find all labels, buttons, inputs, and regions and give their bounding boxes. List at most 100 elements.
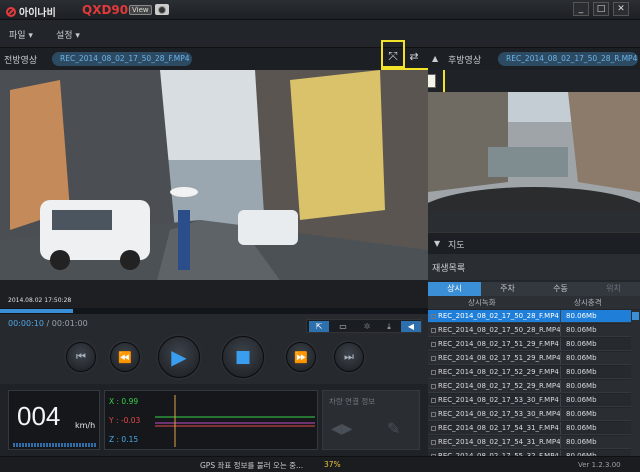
row-checkbox[interactable] <box>431 384 436 389</box>
playlist-row[interactable]: REC_2014_08_02_17_52_29_F.MP4 80.06Mb <box>428 366 631 379</box>
speed-unit: km/h <box>75 421 96 430</box>
row-divider <box>560 380 561 392</box>
speed-value: 004 <box>17 401 61 431</box>
logo-text: 아이나비 <box>19 8 56 19</box>
minimize-button[interactable]: _ <box>573 2 589 16</box>
row-divider <box>560 436 561 448</box>
menu-bar: 파일 ▾ 설정 ▾ <box>0 20 640 48</box>
row-file-size: 80.06Mb <box>566 326 597 334</box>
fullscreen-icon[interactable]: ⤧ <box>385 48 401 64</box>
front-video[interactable]: 2014.08.02 17:50:28 <box>0 70 428 308</box>
row-file-size: 80.06Mb <box>566 410 597 418</box>
export-icon[interactable]: ⇱ <box>309 321 329 332</box>
row-divider <box>560 338 561 350</box>
row-divider <box>560 366 561 378</box>
playlist-row[interactable]: REC_2014_08_02_17_52_29_R.MP4 80.06Mb <box>428 380 631 393</box>
app-logo: 아이나비 <box>6 4 56 19</box>
playlist-scrollbar[interactable] <box>631 310 640 462</box>
row-file-name: REC_2014_08_02_17_50_28_F.MP4 <box>438 312 559 320</box>
gps-status: GPS 좌표 정보를 불러 오는 중... <box>200 461 304 470</box>
row-file-size: 80.06Mb <box>566 438 597 446</box>
stop-button[interactable]: ■ <box>222 336 264 378</box>
row-checkbox[interactable] <box>431 342 436 347</box>
row-file-size: 80.06Mb <box>566 340 597 348</box>
row-file-name: REC_2014_08_02_17_54_31_R.MP4 <box>438 438 561 446</box>
playlist-row[interactable]: REC_2014_08_02_17_53_30_F.MP4 80.06Mb <box>428 394 631 407</box>
rear-video-scene <box>428 92 640 212</box>
close-button[interactable]: ✕ <box>613 2 629 16</box>
front-file-name: REC_2014_08_02_17_50_28_F.MP4 <box>52 52 192 66</box>
playlist-row[interactable]: REC_2014_08_02_17_51_29_R.MP4 80.06Mb <box>428 352 631 365</box>
map-header[interactable]: ▼ 지도 <box>428 232 640 254</box>
playlist-row[interactable]: REC_2014_08_02_17_54_31_F.MP4 80.06Mb <box>428 422 631 435</box>
tab-location[interactable]: 위치 <box>587 282 640 296</box>
tool-buttons: ⇱ ▭ ✲ ⤓ ◀ <box>306 319 422 333</box>
fast-forward-button[interactable]: ⏩ <box>286 342 316 372</box>
playlist-row[interactable]: REC_2014_08_02_17_51_29_F.MP4 80.06Mb <box>428 338 631 351</box>
playlist-row[interactable]: REC_2014_08_02_17_53_30_R.MP4 80.06Mb <box>428 408 631 421</box>
rear-video-header: ▲ 후방영상 REC_2014_08_02_17_50_28_R.MP4 <box>428 48 640 70</box>
rear-video[interactable] <box>428 92 640 212</box>
rewind-button[interactable]: ⏪ <box>110 342 140 372</box>
menu-settings[interactable]: 설정 ▾ <box>56 28 80 41</box>
collapse-arrow-icon[interactable]: ▲ <box>432 54 438 63</box>
expand-arrow-icon[interactable]: ▼ <box>434 239 440 248</box>
scroll-up-button[interactable] <box>632 312 639 320</box>
row-file-size: 80.06Mb <box>566 354 597 362</box>
row-divider <box>560 408 561 420</box>
row-file-size: 80.06Mb <box>566 396 597 404</box>
vehicle-info-panel: 차량 연결 정보 ◀▶ ✎ <box>322 390 420 450</box>
speed-bar <box>13 443 97 447</box>
row-divider <box>560 352 561 364</box>
window-icon[interactable]: ▭ <box>333 321 353 332</box>
row-file-name: REC_2014_08_02_17_51_29_F.MP4 <box>438 340 559 348</box>
row-checkbox[interactable] <box>431 398 436 403</box>
tab-always[interactable]: 상시 <box>428 282 481 296</box>
time-total: 00:01:00 <box>51 319 88 328</box>
front-video-label: 전방영상 <box>4 56 38 66</box>
swap-icon[interactable]: ⇄ <box>407 50 421 64</box>
row-checkbox[interactable] <box>431 328 436 333</box>
gsensor-x: X : 0.99 <box>109 397 139 406</box>
row-checkbox[interactable] <box>431 370 436 375</box>
control-area: 00:00:10 / 00:01:00 ⇱ ▭ ✲ ⤓ ◀ ⏮ ⏪ ▶ ■ ⏩ … <box>0 314 428 384</box>
row-checkbox[interactable] <box>431 356 436 361</box>
time-readout: 00:00:10 / 00:01:00 <box>8 319 88 328</box>
steering-arrows-icon: ◀▶ <box>331 421 353 437</box>
row-checkbox[interactable] <box>431 440 436 445</box>
tab-parking[interactable]: 주차 <box>481 282 534 296</box>
download-icon[interactable]: ⤓ <box>379 321 399 332</box>
volume-icon[interactable]: ◀ <box>401 321 421 332</box>
speed-display: 004 km/h <box>8 390 100 450</box>
tab-manual[interactable]: 수동 <box>534 282 587 296</box>
maximize-button[interactable]: □ <box>593 2 609 16</box>
skip-back-icon: ⏮ <box>76 350 86 363</box>
row-divider <box>560 324 561 336</box>
row-file-size: 80.06Mb <box>566 312 597 320</box>
row-file-name: REC_2014_08_02_17_53_30_R.MP4 <box>438 410 561 418</box>
playlist-row[interactable]: REC_2014_08_02_17_54_31_R.MP4 80.06Mb <box>428 436 631 449</box>
gsensor-z: Z : 0.15 <box>109 435 139 444</box>
row-checkbox[interactable] <box>431 314 436 319</box>
play-button[interactable]: ▶ <box>158 336 200 378</box>
brand-circle-icon <box>6 6 16 17</box>
gsensor-plot <box>155 395 315 447</box>
playlist-panel: 재생목록 상시 주차 수동 위치 상시녹화 상시충격 REC_2014_08_0… <box>428 254 640 472</box>
column-always-impact[interactable]: 상시충격 <box>574 297 602 308</box>
camera-icon[interactable] <box>155 4 169 15</box>
menu-file[interactable]: 파일 ▾ <box>9 28 33 41</box>
skip-forward-icon: ⏭ <box>344 350 354 363</box>
playlist-row[interactable]: REC_2014_08_02_17_50_28_R.MP4 80.06Mb <box>428 324 631 337</box>
play-icon: ▶ <box>171 345 187 369</box>
next-button[interactable]: ⏭ <box>334 342 364 372</box>
gear-icon[interactable]: ✲ <box>357 321 377 332</box>
row-checkbox[interactable] <box>431 412 436 417</box>
gsensor-graph: X : 0.99 Y : -0.03 Z : 0.15 <box>104 390 318 450</box>
column-always-rec[interactable]: 상시녹화 <box>468 297 496 308</box>
playlist-row[interactable]: REC_2014_08_02_17_50_28_F.MP4 80.06Mb <box>428 310 631 323</box>
rewind-icon: ⏪ <box>118 350 132 364</box>
time-current: 00:00:10 <box>8 319 44 328</box>
stop-icon: ■ <box>234 347 252 367</box>
prev-button[interactable]: ⏮ <box>66 342 96 372</box>
row-checkbox[interactable] <box>431 426 436 431</box>
